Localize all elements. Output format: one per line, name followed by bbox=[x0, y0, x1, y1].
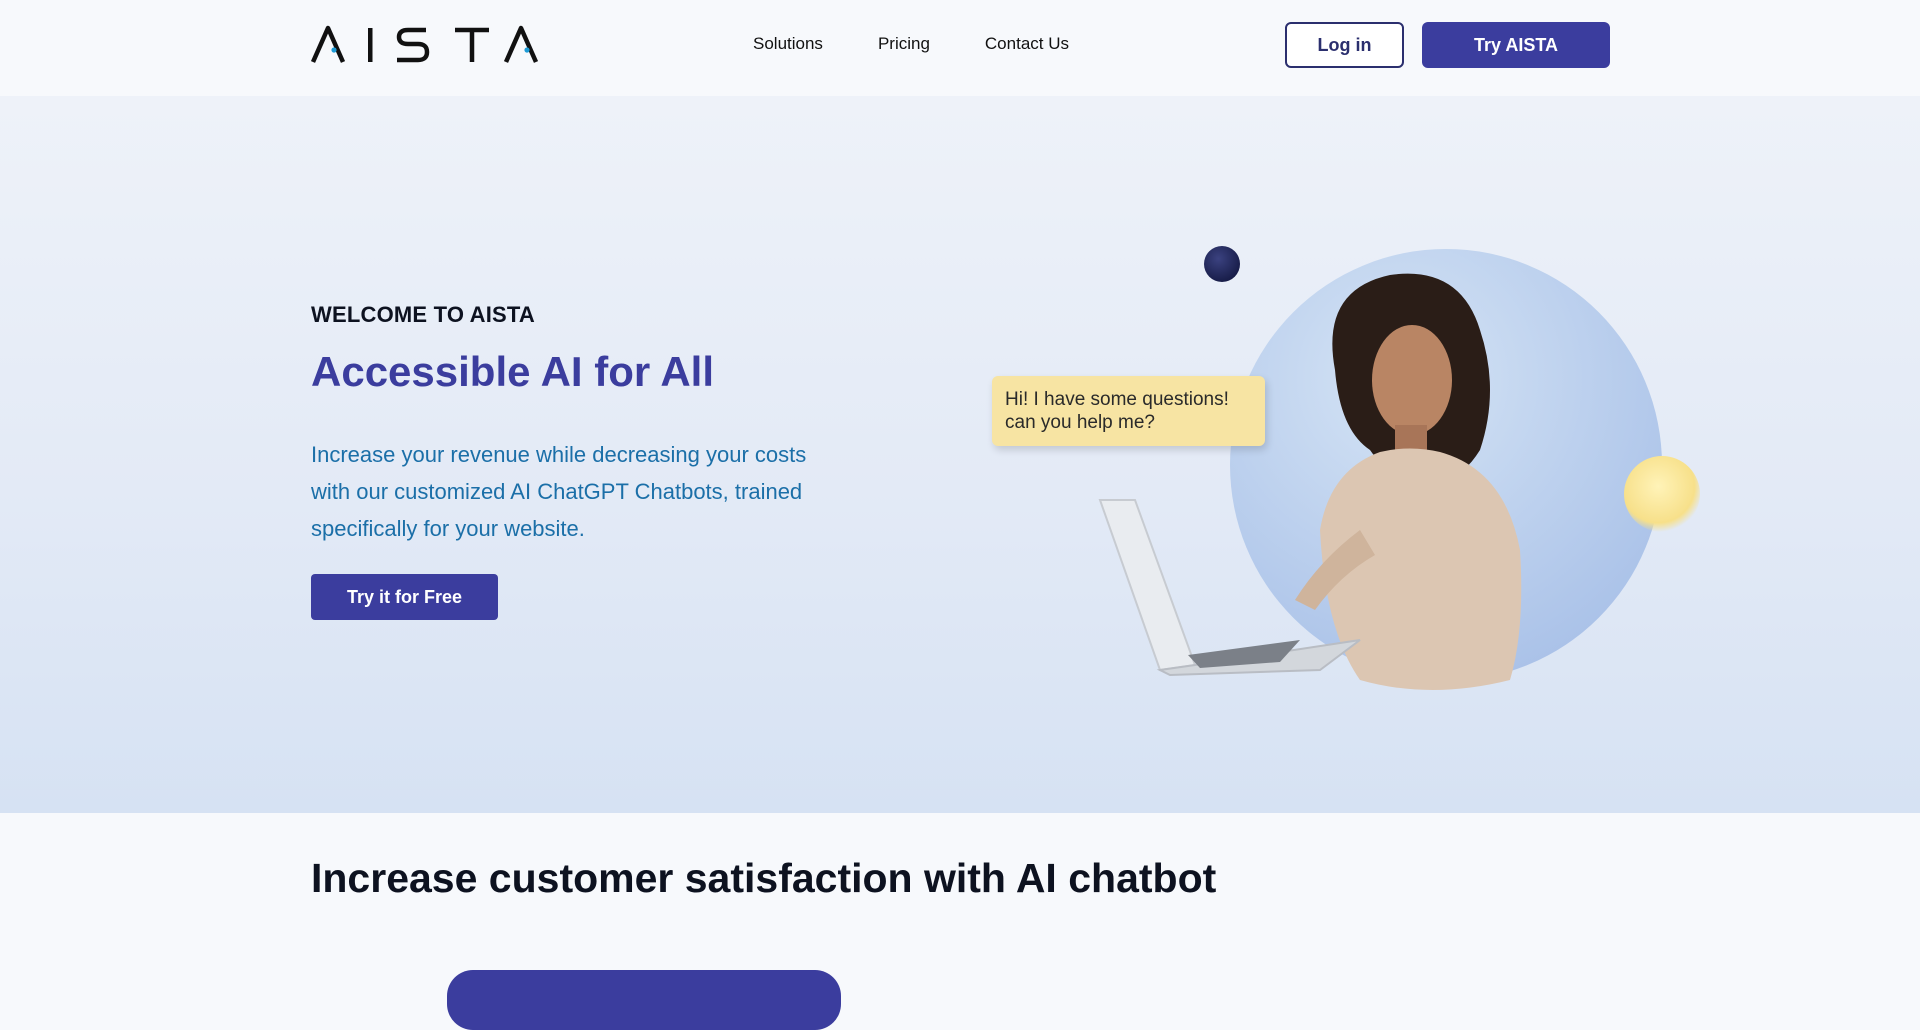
chat-bubble-line1: Hi! I have some questions! bbox=[1005, 389, 1229, 410]
chat-bubble: Hi! I have some questions! can you help … bbox=[992, 376, 1265, 446]
hero-description: Increase your revenue while decreasing y… bbox=[311, 442, 807, 541]
site-header: Solutions Pricing Contact Us Log in Try … bbox=[0, 0, 1920, 96]
chat-bubble-line2: can you help me? bbox=[1005, 412, 1155, 433]
aista-logo[interactable] bbox=[311, 25, 541, 65]
try-aista-button[interactable]: Try AISTA bbox=[1422, 22, 1610, 68]
section-title: Increase customer satisfaction with AI c… bbox=[311, 855, 1217, 901]
nav-solutions[interactable]: Solutions bbox=[753, 34, 823, 54]
hero-illustration bbox=[1098, 246, 1700, 690]
hero-title: Accessible AI for All bbox=[311, 348, 715, 395]
yellow-sphere bbox=[1624, 456, 1700, 532]
dark-sphere bbox=[1204, 246, 1240, 282]
login-button[interactable]: Log in bbox=[1285, 22, 1404, 68]
hero-eyebrow: WELCOME TO AISTA bbox=[311, 302, 536, 327]
feature-tab-pill[interactable] bbox=[447, 970, 841, 1030]
nav-contact-us[interactable]: Contact Us bbox=[985, 34, 1069, 54]
main-nav: Solutions Pricing Contact Us bbox=[753, 34, 1069, 54]
try-free-button[interactable]: Try it for Free bbox=[311, 574, 498, 620]
nav-pricing[interactable]: Pricing bbox=[878, 34, 930, 54]
